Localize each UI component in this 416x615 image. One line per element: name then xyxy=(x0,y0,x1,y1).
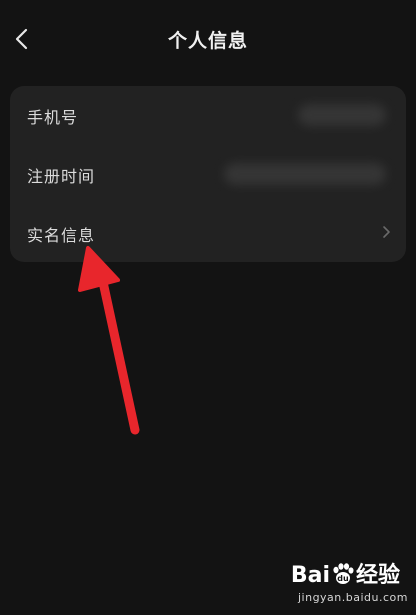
paw-icon: du xyxy=(333,563,354,584)
registration-time-value-blurred xyxy=(224,163,386,185)
app-screen: 个人信息 手机号 注册时间 实名信息 Bai du 经验 jingyan.bai… xyxy=(0,0,416,615)
svg-text:du: du xyxy=(337,574,349,583)
real-name-info-row[interactable]: 实名信息 xyxy=(10,204,406,262)
personal-info-card: 手机号 注册时间 实名信息 xyxy=(10,86,406,262)
chevron-right-icon xyxy=(383,226,390,238)
page-title: 个人信息 xyxy=(167,30,248,52)
phone-number-value-blurred xyxy=(298,104,386,126)
real-name-info-label: 实名信息 xyxy=(27,226,96,245)
watermark-logo: Bai du 经验 xyxy=(290,563,400,588)
phone-number-row[interactable]: 手机号 xyxy=(10,86,406,144)
registration-time-row[interactable]: 注册时间 xyxy=(10,145,406,203)
watermark-url: jingyan.baidu.com xyxy=(297,591,408,604)
phone-number-label: 手机号 xyxy=(27,108,79,127)
header-bar: 个人信息 xyxy=(0,0,416,80)
registration-time-label: 注册时间 xyxy=(27,167,96,186)
baidu-jingyan-watermark: Bai du 经验 jingyan.baidu.com xyxy=(278,557,408,611)
